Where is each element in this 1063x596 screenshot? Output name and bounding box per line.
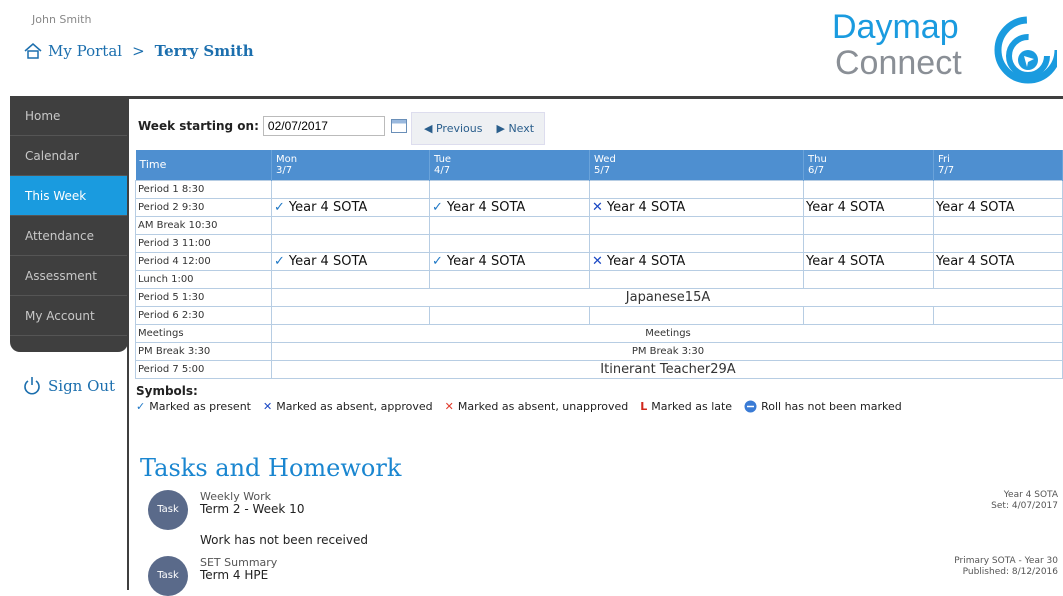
timetable-header: Time Mon 3/7 Tue 4/7 Wed 5/7 Thu 6/7 Fri 7/7 bbox=[135, 150, 1063, 180]
week-date-input[interactable] bbox=[262, 116, 385, 136]
symbols-legend: Symbols: ✓ Marked as present ✕ Marked as a… bbox=[136, 384, 902, 413]
lesson-cell[interactable]: ✓ Year 4 SOTA bbox=[271, 251, 430, 271]
next-week-button[interactable]: ▶ Next bbox=[496, 122, 534, 135]
logo-text-2: Connect bbox=[835, 44, 962, 82]
task-status: Work has not been received bbox=[200, 533, 368, 547]
task-class: Primary SOTA - Year 30 bbox=[954, 556, 1058, 566]
check-icon: ✓ bbox=[274, 199, 285, 215]
table-row: Period 3 11:00 bbox=[135, 233, 1063, 253]
week-label: Week starting on: bbox=[138, 119, 259, 133]
previous-week-button[interactable]: ◀ Previous bbox=[424, 122, 482, 135]
absent-unapproved-icon: ✕ bbox=[444, 400, 454, 413]
table-row: Lunch 1:00 bbox=[135, 269, 1063, 289]
breadcrumb-separator: > bbox=[132, 42, 145, 60]
chevron-right-icon: ▶ bbox=[496, 122, 509, 135]
table-row: AM Break 10:30 bbox=[135, 215, 1063, 235]
task-class: Year 4 SOTA bbox=[1003, 490, 1058, 500]
tasks-heading: Tasks and Homework bbox=[140, 454, 402, 482]
sidebar-item-assessment[interactable]: Assessment bbox=[10, 256, 128, 296]
lesson-cell[interactable]: ✓ Year 4 SOTA bbox=[271, 197, 430, 217]
table-row: Meetings Meetings bbox=[135, 323, 1063, 343]
sign-out-button[interactable]: Sign Out bbox=[22, 376, 115, 396]
table-row: Period 1 8:30 bbox=[135, 179, 1063, 199]
sidebar-item-this-week[interactable]: This Week bbox=[10, 176, 128, 216]
timetable: Time Mon 3/7 Tue 4/7 Wed 5/7 Thu 6/7 Fri 7/7 … bbox=[135, 150, 1063, 379]
task-date: Set: 4/07/2017 bbox=[991, 501, 1058, 511]
day-header-wed: Wed 5/7 bbox=[589, 150, 804, 180]
task-badge: Task bbox=[148, 490, 188, 530]
symbols-title: Symbols: bbox=[136, 384, 198, 398]
logo-text-1: Daymap bbox=[832, 8, 959, 46]
lesson-cell[interactable]: Year 4 SOTA bbox=[933, 251, 1063, 271]
sidebar-item-my-account[interactable]: My Account bbox=[10, 296, 128, 336]
calendar-icon[interactable] bbox=[390, 119, 407, 133]
absent-approved-icon: ✕ bbox=[592, 199, 603, 215]
day-header-mon: Mon 3/7 bbox=[271, 150, 430, 180]
lesson-cell[interactable]: Year 4 SOTA bbox=[803, 251, 934, 271]
lesson-cell[interactable]: Japanese15A bbox=[271, 287, 1063, 307]
lesson-cell[interactable]: ✕ Year 4 SOTA bbox=[589, 251, 804, 271]
sidebar: Home Calendar This Week Attendance Asses… bbox=[10, 96, 128, 352]
day-header-fri: Fri 7/7 bbox=[933, 150, 1063, 180]
week-selector: Week starting on: bbox=[138, 116, 407, 136]
breadcrumb-home-link[interactable]: My Portal bbox=[48, 42, 122, 60]
power-icon bbox=[24, 377, 40, 395]
user-name: John Smith bbox=[32, 13, 92, 26]
lesson-cell[interactable]: Year 4 SOTA bbox=[933, 197, 1063, 217]
sign-out-label: Sign Out bbox=[48, 377, 116, 395]
table-row: PM Break 3:30 PM Break 3:30 bbox=[135, 341, 1063, 361]
table-row: Period 7 5:00 Itinerant Teacher29A bbox=[135, 359, 1063, 379]
absent-approved-icon: ✕ bbox=[262, 400, 273, 413]
task-title: Term 2 - Week 10 bbox=[200, 502, 305, 516]
check-icon: ✓ bbox=[432, 199, 443, 215]
breadcrumb-current: Terry Smith bbox=[154, 42, 254, 60]
table-row: Period 5 1:30 Japanese15A bbox=[135, 287, 1063, 307]
content-top-border bbox=[128, 96, 1063, 99]
content-divider bbox=[127, 96, 129, 590]
task-badge: Task bbox=[148, 556, 188, 596]
home-icon[interactable] bbox=[24, 43, 42, 59]
breadcrumb: My Portal > Terry Smith bbox=[24, 42, 254, 60]
lesson-cell[interactable]: ✕ Year 4 SOTA bbox=[589, 197, 804, 217]
task-date: Published: 8/12/2016 bbox=[962, 567, 1058, 577]
sidebar-item-attendance[interactable]: Attendance bbox=[10, 216, 128, 256]
check-icon: ✓ bbox=[432, 253, 443, 269]
roll-not-marked-icon bbox=[744, 400, 757, 413]
late-icon: L bbox=[640, 400, 648, 413]
sidebar-item-home[interactable]: Home bbox=[10, 96, 128, 136]
week-navigation: ◀ Previous ▶ Next bbox=[411, 112, 545, 145]
event-cell: Meetings bbox=[271, 323, 1063, 343]
table-row: Period 6 2:30 bbox=[135, 305, 1063, 325]
sidebar-item-calendar[interactable]: Calendar bbox=[10, 136, 128, 176]
day-header-thu: Thu 6/7 bbox=[803, 150, 934, 180]
chevron-left-icon: ◀ bbox=[424, 122, 436, 135]
lesson-cell[interactable]: ✓ Year 4 SOTA bbox=[429, 251, 590, 271]
task-title: Term 4 HPE bbox=[200, 568, 269, 582]
absent-approved-icon: ✕ bbox=[592, 253, 603, 269]
lesson-cell[interactable]: ✓ Year 4 SOTA bbox=[429, 197, 590, 217]
time-header: Time bbox=[135, 150, 272, 180]
table-row: Period 2 9:30 ✓ Year 4 SOTA ✓ Year 4 SOTA … bbox=[135, 197, 1063, 217]
lesson-cell[interactable]: Year 4 SOTA bbox=[803, 197, 934, 217]
check-icon: ✓ bbox=[136, 400, 146, 413]
daymap-connect-logo: Daymap Connect bbox=[832, 8, 1057, 84]
day-header-tue: Tue 4/7 bbox=[429, 150, 590, 180]
table-row: Period 4 12:00 ✓ Year 4 SOTA ✓ Year 4 SOTA… bbox=[135, 251, 1063, 271]
event-cell: PM Break 3:30 bbox=[271, 341, 1063, 361]
lesson-cell[interactable]: Itinerant Teacher29A bbox=[271, 359, 1063, 379]
check-icon: ✓ bbox=[274, 253, 285, 269]
